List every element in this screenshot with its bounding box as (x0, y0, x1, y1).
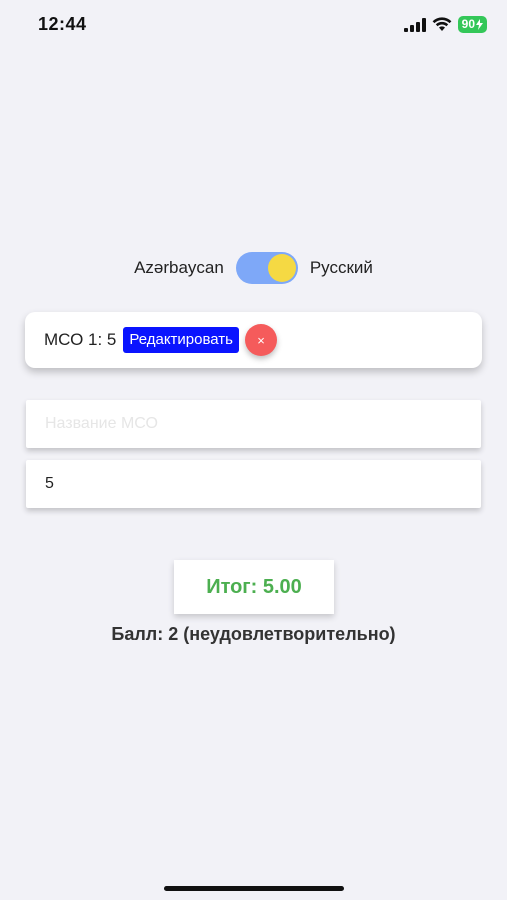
home-indicator[interactable] (164, 886, 344, 891)
total-result-box: Итог: 5.00 (174, 560, 334, 614)
language-label-russian: Русский (309, 258, 373, 277)
toggle-knob (267, 254, 296, 282)
mso-name-input[interactable] (26, 400, 481, 448)
mso-entry-card: МСО 1: 5 Редактировать × (25, 312, 482, 368)
language-label-azerbaijani: Azərbaycan (134, 258, 224, 277)
mso-score-input[interactable] (26, 460, 481, 508)
status-icons: 90 (403, 16, 487, 33)
edit-button[interactable]: Редактировать (123, 327, 239, 353)
signal-icon (403, 17, 426, 32)
grade-text: Балл: 2 (неудовлетворительно) (111, 624, 396, 644)
battery-level: 90 (461, 17, 475, 31)
status-time: 12:44 (38, 14, 87, 34)
mso-entry-text: МСО 1: 5 (44, 330, 117, 349)
battery-indicator: 90 (457, 16, 487, 33)
total-result-text: Итог: 5.00 (206, 575, 302, 598)
close-icon: × (257, 332, 265, 348)
wifi-icon (432, 17, 452, 31)
language-toggle[interactable] (235, 252, 298, 284)
language-switch-row: Azərbaycan Русский (0, 252, 507, 284)
delete-button[interactable]: × (245, 324, 277, 356)
charging-icon (476, 19, 483, 30)
status-bar: 12:44 90 (0, 0, 507, 50)
